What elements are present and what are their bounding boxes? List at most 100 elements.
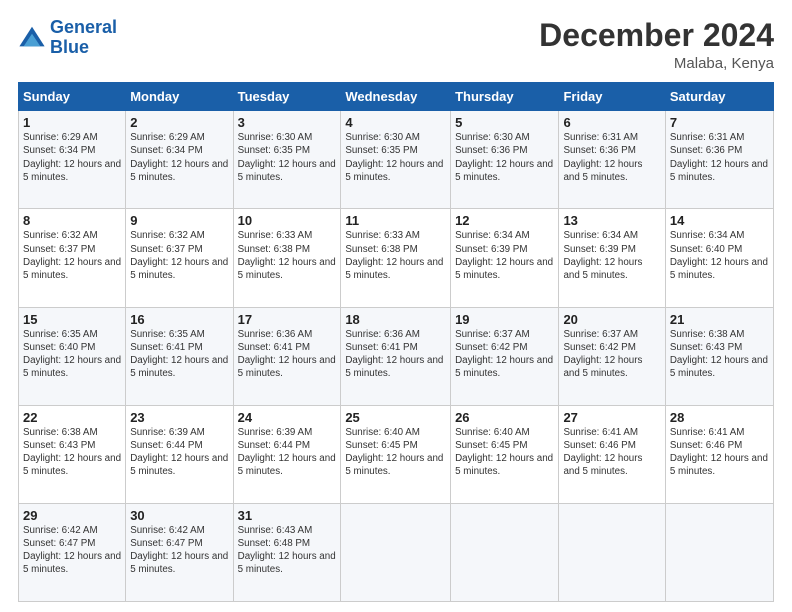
sunset-label: Sunset: 6:34 PM xyxy=(130,145,202,156)
day-number: 23 xyxy=(130,410,228,425)
sunset-label: Sunset: 6:46 PM xyxy=(670,440,742,451)
day-number: 25 xyxy=(345,410,446,425)
day-info: Sunrise: 6:32 AM Sunset: 6:37 PM Dayligh… xyxy=(130,229,228,282)
day-info: Sunrise: 6:40 AM Sunset: 6:45 PM Dayligh… xyxy=(455,426,554,479)
logo-text: General Blue xyxy=(50,18,117,58)
day-number: 2 xyxy=(130,115,228,130)
day-number: 15 xyxy=(23,312,121,327)
sunset-label: Sunset: 6:43 PM xyxy=(670,342,742,353)
calendar-week-row: 8 Sunrise: 6:32 AM Sunset: 6:37 PM Dayli… xyxy=(19,209,774,307)
sunset-label: Sunset: 6:38 PM xyxy=(345,244,417,255)
day-number: 24 xyxy=(238,410,337,425)
day-number: 20 xyxy=(563,312,660,327)
calendar-day-cell: 29 Sunrise: 6:42 AM Sunset: 6:47 PM Dayl… xyxy=(19,503,126,601)
daylight-label: Daylight: 12 hours and 5 minutes. xyxy=(670,257,768,281)
day-number: 31 xyxy=(238,508,337,523)
logo: General Blue xyxy=(18,18,117,58)
calendar-day-cell: 7 Sunrise: 6:31 AM Sunset: 6:36 PM Dayli… xyxy=(665,111,773,209)
day-info: Sunrise: 6:29 AM Sunset: 6:34 PM Dayligh… xyxy=(130,131,228,184)
calendar-week-row: 1 Sunrise: 6:29 AM Sunset: 6:34 PM Dayli… xyxy=(19,111,774,209)
sunrise-label: Sunrise: 6:32 AM xyxy=(130,230,205,241)
day-of-week-header: Thursday xyxy=(451,83,559,111)
calendar-day-cell: 1 Sunrise: 6:29 AM Sunset: 6:34 PM Dayli… xyxy=(19,111,126,209)
day-number: 9 xyxy=(130,213,228,228)
calendar-day-cell: 11 Sunrise: 6:33 AM Sunset: 6:38 PM Dayl… xyxy=(341,209,451,307)
calendar-day-cell: 16 Sunrise: 6:35 AM Sunset: 6:41 PM Dayl… xyxy=(126,307,233,405)
calendar-day-cell: 4 Sunrise: 6:30 AM Sunset: 6:35 PM Dayli… xyxy=(341,111,451,209)
day-number: 1 xyxy=(23,115,121,130)
daylight-label: Daylight: 12 hours and 5 minutes. xyxy=(23,551,121,575)
day-number: 30 xyxy=(130,508,228,523)
sunset-label: Sunset: 6:36 PM xyxy=(455,145,527,156)
day-info: Sunrise: 6:36 AM Sunset: 6:41 PM Dayligh… xyxy=(345,328,446,381)
calendar-day-cell: 10 Sunrise: 6:33 AM Sunset: 6:38 PM Dayl… xyxy=(233,209,341,307)
calendar-week-row: 15 Sunrise: 6:35 AM Sunset: 6:40 PM Dayl… xyxy=(19,307,774,405)
calendar-week-row: 29 Sunrise: 6:42 AM Sunset: 6:47 PM Dayl… xyxy=(19,503,774,601)
calendar-day-cell: 5 Sunrise: 6:30 AM Sunset: 6:36 PM Dayli… xyxy=(451,111,559,209)
calendar-day-cell: 23 Sunrise: 6:39 AM Sunset: 6:44 PM Dayl… xyxy=(126,405,233,503)
sunset-label: Sunset: 6:39 PM xyxy=(455,244,527,255)
calendar-day-cell: 3 Sunrise: 6:30 AM Sunset: 6:35 PM Dayli… xyxy=(233,111,341,209)
day-info: Sunrise: 6:30 AM Sunset: 6:35 PM Dayligh… xyxy=(345,131,446,184)
sunrise-label: Sunrise: 6:37 AM xyxy=(563,329,638,340)
daylight-label: Daylight: 12 hours and 5 minutes. xyxy=(563,453,642,477)
daylight-label: Daylight: 12 hours and 5 minutes. xyxy=(563,159,642,183)
day-info: Sunrise: 6:42 AM Sunset: 6:47 PM Dayligh… xyxy=(23,524,121,577)
daylight-label: Daylight: 12 hours and 5 minutes. xyxy=(23,453,121,477)
calendar-day-cell: 25 Sunrise: 6:40 AM Sunset: 6:45 PM Dayl… xyxy=(341,405,451,503)
sunrise-label: Sunrise: 6:35 AM xyxy=(23,329,98,340)
daylight-label: Daylight: 12 hours and 5 minutes. xyxy=(238,355,336,379)
day-info: Sunrise: 6:30 AM Sunset: 6:36 PM Dayligh… xyxy=(455,131,554,184)
daylight-label: Daylight: 12 hours and 5 minutes. xyxy=(130,257,228,281)
day-info: Sunrise: 6:30 AM Sunset: 6:35 PM Dayligh… xyxy=(238,131,337,184)
sunrise-label: Sunrise: 6:38 AM xyxy=(23,427,98,438)
page: General Blue December 2024 Malaba, Kenya… xyxy=(0,0,792,612)
day-info: Sunrise: 6:29 AM Sunset: 6:34 PM Dayligh… xyxy=(23,131,121,184)
calendar-day-cell: 19 Sunrise: 6:37 AM Sunset: 6:42 PM Dayl… xyxy=(451,307,559,405)
calendar-day-cell xyxy=(665,503,773,601)
calendar-body: 1 Sunrise: 6:29 AM Sunset: 6:34 PM Dayli… xyxy=(19,111,774,602)
day-info: Sunrise: 6:39 AM Sunset: 6:44 PM Dayligh… xyxy=(130,426,228,479)
day-number: 5 xyxy=(455,115,554,130)
day-of-week-header: Monday xyxy=(126,83,233,111)
sunset-label: Sunset: 6:38 PM xyxy=(238,244,310,255)
sunrise-label: Sunrise: 6:35 AM xyxy=(130,329,205,340)
sunrise-label: Sunrise: 6:34 AM xyxy=(455,230,530,241)
day-info: Sunrise: 6:37 AM Sunset: 6:42 PM Dayligh… xyxy=(455,328,554,381)
sunset-label: Sunset: 6:36 PM xyxy=(563,145,635,156)
calendar-day-cell: 15 Sunrise: 6:35 AM Sunset: 6:40 PM Dayl… xyxy=(19,307,126,405)
day-info: Sunrise: 6:38 AM Sunset: 6:43 PM Dayligh… xyxy=(23,426,121,479)
day-number: 17 xyxy=(238,312,337,327)
day-info: Sunrise: 6:40 AM Sunset: 6:45 PM Dayligh… xyxy=(345,426,446,479)
day-info: Sunrise: 6:33 AM Sunset: 6:38 PM Dayligh… xyxy=(238,229,337,282)
day-number: 19 xyxy=(455,312,554,327)
day-info: Sunrise: 6:43 AM Sunset: 6:48 PM Dayligh… xyxy=(238,524,337,577)
sunset-label: Sunset: 6:37 PM xyxy=(130,244,202,255)
day-number: 29 xyxy=(23,508,121,523)
day-info: Sunrise: 6:31 AM Sunset: 6:36 PM Dayligh… xyxy=(670,131,769,184)
day-number: 16 xyxy=(130,312,228,327)
day-number: 13 xyxy=(563,213,660,228)
day-of-week-header: Saturday xyxy=(665,83,773,111)
day-info: Sunrise: 6:36 AM Sunset: 6:41 PM Dayligh… xyxy=(238,328,337,381)
daylight-label: Daylight: 12 hours and 5 minutes. xyxy=(130,355,228,379)
day-number: 21 xyxy=(670,312,769,327)
sunset-label: Sunset: 6:45 PM xyxy=(455,440,527,451)
day-number: 3 xyxy=(238,115,337,130)
day-of-week-header: Tuesday xyxy=(233,83,341,111)
sunset-label: Sunset: 6:44 PM xyxy=(238,440,310,451)
day-of-week-header: Wednesday xyxy=(341,83,451,111)
day-info: Sunrise: 6:35 AM Sunset: 6:41 PM Dayligh… xyxy=(130,328,228,381)
calendar-day-cell: 2 Sunrise: 6:29 AM Sunset: 6:34 PM Dayli… xyxy=(126,111,233,209)
daylight-label: Daylight: 12 hours and 5 minutes. xyxy=(23,159,121,183)
day-number: 4 xyxy=(345,115,446,130)
day-number: 6 xyxy=(563,115,660,130)
sunrise-label: Sunrise: 6:41 AM xyxy=(670,427,745,438)
calendar-day-cell: 20 Sunrise: 6:37 AM Sunset: 6:42 PM Dayl… xyxy=(559,307,665,405)
calendar-day-cell: 24 Sunrise: 6:39 AM Sunset: 6:44 PM Dayl… xyxy=(233,405,341,503)
sunrise-label: Sunrise: 6:33 AM xyxy=(238,230,313,241)
calendar-day-cell: 30 Sunrise: 6:42 AM Sunset: 6:47 PM Dayl… xyxy=(126,503,233,601)
sunset-label: Sunset: 6:37 PM xyxy=(23,244,95,255)
sunrise-label: Sunrise: 6:40 AM xyxy=(455,427,530,438)
sunset-label: Sunset: 6:36 PM xyxy=(670,145,742,156)
